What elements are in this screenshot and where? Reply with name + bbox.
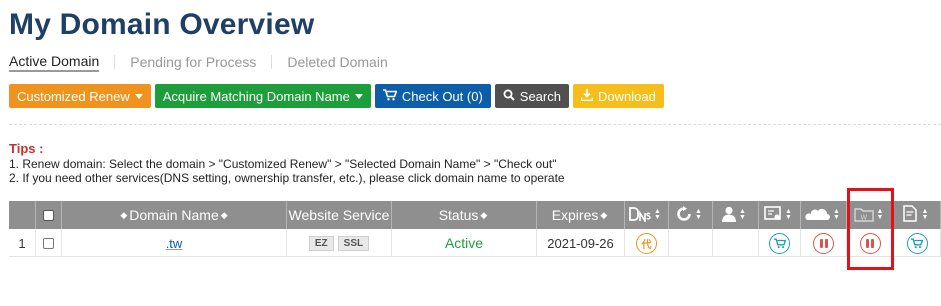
sort-icon: ▲ ▼	[739, 208, 746, 221]
tab-divider	[271, 55, 273, 69]
cart-icon	[773, 238, 786, 248]
customized-renew-label: Customized Renew	[17, 88, 130, 104]
search-button[interactable]: Search	[494, 84, 569, 108]
check-out-button[interactable]: Check Out (0)	[374, 84, 491, 108]
acquire-matching-label: Acquire Matching Domain Name	[162, 88, 350, 104]
index-header	[9, 201, 36, 229]
renew-cell	[669, 229, 713, 257]
sort-icon: ◆	[120, 209, 128, 220]
renew-icon	[676, 205, 692, 225]
document-icon	[902, 205, 919, 225]
svg-text:W: W	[860, 214, 867, 221]
toolbar: Customized Renew Acquire Matching Domain…	[9, 84, 664, 108]
status-cell: Active	[392, 229, 537, 257]
sort-icon: ◆	[480, 209, 488, 220]
cloud-cell	[801, 229, 847, 257]
document-cell	[894, 229, 941, 257]
document-header[interactable]: ▲ ▼	[894, 201, 941, 229]
user-header[interactable]: ▲ ▼	[713, 201, 759, 229]
ssl-tag: SSL	[337, 235, 370, 251]
select-all-checkbox[interactable]	[43, 209, 54, 221]
cart-icon	[911, 238, 923, 248]
table-header-row: ◆ Domain Name ◆ Website Service Status ◆…	[9, 201, 941, 229]
sort-icon: ▲ ▼	[876, 208, 884, 221]
domain-name-cell: .tw	[62, 229, 287, 257]
tips-line: 2. If you need other services(DNS settin…	[9, 171, 565, 185]
ez-tag: EZ	[308, 235, 334, 251]
website-service-cell: EZ SSL	[287, 229, 392, 257]
sort-icon: ▲ ▼	[921, 208, 929, 221]
sort-icon: ▲ ▼	[833, 208, 840, 221]
row-index: 1	[9, 229, 36, 257]
dns-proxy-badge[interactable]: 代	[636, 232, 657, 254]
cloud-icon	[804, 207, 831, 224]
expires-cell: 2021-09-26	[537, 229, 625, 257]
dns-header[interactable]: ▲ ▼	[625, 201, 669, 229]
download-label: Download	[597, 88, 656, 104]
certificate-cart-button[interactable]	[769, 232, 790, 254]
select-all-cell	[36, 201, 62, 229]
table-row: 1 .tw EZ SSL Active 2021-09-26 代	[9, 229, 941, 257]
expires-header[interactable]: Expires ◆	[537, 201, 625, 229]
folder-w-icon: W	[853, 206, 874, 225]
domain-tabs: Active Domain Pending for Process Delete…	[9, 52, 388, 72]
tab-deleted-domain[interactable]: Deleted Domain	[287, 54, 387, 70]
pause-icon	[819, 238, 828, 248]
domain-name-link[interactable]: .tw	[166, 236, 183, 251]
expires-date: 2021-09-26	[547, 235, 614, 251]
cloud-header[interactable]: ▲ ▼	[801, 201, 847, 229]
tips-panel: Tips : 1. Renew domain: Select the domai…	[9, 141, 565, 186]
certificate-cell	[759, 229, 801, 257]
pause-icon	[866, 238, 874, 248]
sort-icon: ▲ ▼	[785, 208, 792, 221]
download-icon	[580, 89, 594, 103]
website-cell	[847, 229, 894, 257]
row-checkbox[interactable]	[43, 237, 54, 249]
cloud-pause-button[interactable]	[813, 232, 834, 254]
website-pause-button[interactable]	[859, 232, 881, 254]
dns-cell: 代	[625, 229, 669, 257]
tab-pending-for-process[interactable]: Pending for Process	[130, 54, 256, 70]
domain-table: ◆ Domain Name ◆ Website Service Status ◆…	[9, 201, 941, 257]
acquire-matching-domain-button[interactable]: Acquire Matching Domain Name	[154, 84, 371, 108]
page-title: My Domain Overview	[9, 8, 315, 41]
tips-line: 1. Renew domain: Select the domain > "Cu…	[9, 157, 557, 171]
sort-icon: ▲ ▼	[654, 208, 661, 221]
caret-down-icon	[134, 93, 143, 99]
status-header-label: Status	[438, 207, 479, 223]
cart-icon	[382, 89, 398, 103]
certificate-header[interactable]: ▲ ▼	[759, 201, 801, 229]
sort-icon: ◆	[600, 209, 608, 220]
status-badge: Active	[444, 235, 484, 251]
tab-active-domain[interactable]: Active Domain	[9, 53, 100, 72]
domain-name-header[interactable]: ◆ Domain Name ◆	[62, 201, 287, 229]
user-icon	[722, 206, 737, 225]
search-label: Search	[519, 88, 561, 104]
tips-title: Tips :	[9, 141, 44, 156]
row-select-cell	[36, 229, 62, 257]
tab-divider	[114, 55, 116, 69]
website-service-header: Website Service	[287, 201, 392, 229]
customized-renew-button[interactable]: Customized Renew	[9, 84, 151, 108]
dns-icon	[629, 206, 651, 225]
status-header[interactable]: Status ◆	[392, 201, 537, 229]
website-header[interactable]: W ▲ ▼	[847, 201, 894, 229]
sort-icon: ◆	[220, 209, 228, 220]
website-service-header-label: Website Service	[288, 207, 390, 223]
sort-icon: ▲ ▼	[695, 208, 702, 221]
expires-header-label: Expires	[551, 207, 599, 223]
search-icon	[503, 89, 515, 103]
domain-name-header-label: Domain Name	[129, 207, 219, 223]
section-divider	[9, 124, 941, 125]
user-cell	[713, 229, 759, 257]
certificate-icon	[764, 205, 782, 225]
caret-down-icon	[354, 93, 363, 99]
check-out-label: Check Out (0)	[401, 88, 483, 104]
renew-header[interactable]: ▲ ▼	[669, 201, 713, 229]
download-button[interactable]: Download	[572, 84, 664, 108]
document-cart-button[interactable]	[906, 232, 928, 254]
